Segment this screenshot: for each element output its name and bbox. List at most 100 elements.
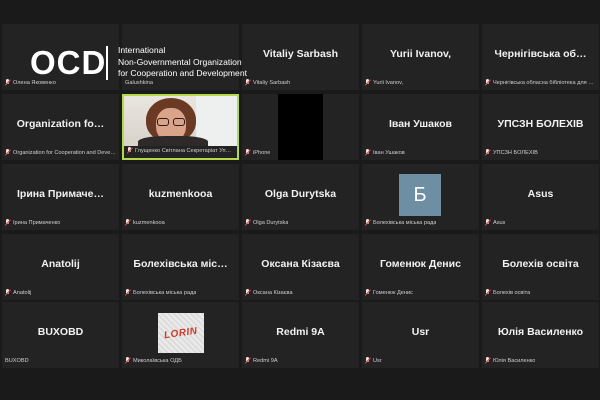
participant-tile-yurii[interactable]: Yurii Ivanov, Yurii Ivanov, xyxy=(362,24,479,90)
participant-name-bar: Юлія Василенко xyxy=(485,356,596,366)
participant-name-bar: Anatolij xyxy=(5,288,116,298)
participant-display-name: Болехівська міс… xyxy=(133,258,228,270)
mic-muted-icon xyxy=(365,357,371,365)
mic-muted-icon xyxy=(485,289,491,297)
participant-name-label: Глущенко Світлана Секретаріат Уповнова… xyxy=(135,148,234,154)
participant-display-name: Organization fo… xyxy=(16,118,105,130)
mic-muted-icon xyxy=(485,149,491,157)
participant-name-bar: Іван Ушаков xyxy=(365,148,476,158)
participant-name-bar: Asus xyxy=(485,218,596,228)
participant-tile-gomenyuk[interactable]: Гоменюк Денис Гоменюк Денис xyxy=(362,234,479,300)
participant-name-label: Yurii Ivanov, xyxy=(373,80,404,86)
participant-display-name: Болехів освіта xyxy=(502,258,579,270)
participant-name-label: Organization for Cooperation and Devel… xyxy=(13,150,116,156)
participant-name-label: Іван Ушаков xyxy=(373,150,405,156)
participant-display-name: Іван Ушаков xyxy=(388,118,453,130)
participant-name-label: Гоменюк Денис xyxy=(373,290,413,296)
participant-tile-ushakov[interactable]: Іван Ушаков Іван Ушаков xyxy=(362,94,479,160)
participant-name-label: BUXOBD xyxy=(5,358,29,364)
participant-name-bar: УПСЗН БОЛЕХІВ xyxy=(485,148,596,158)
participant-display-name: BUXOBD xyxy=(37,326,84,338)
mic-muted-icon xyxy=(245,149,251,157)
participant-tile-redmi[interactable]: Redmi 9A Redmi 9A xyxy=(242,302,359,368)
participant-display-name: Юлія Василенко xyxy=(497,326,584,338)
participant-tile-bolekhiv_osvita[interactable]: Болехів освіта Болехів освіта xyxy=(482,234,599,300)
ocd-logo-text: International Non-Governmental Organizat… xyxy=(118,45,247,80)
participant-display-name: Olga Durytska xyxy=(264,188,337,200)
mic-muted-icon xyxy=(5,79,11,87)
participant-tile-asus[interactable]: Asus Asus xyxy=(482,164,599,230)
participant-name-bar: Гоменюк Денис xyxy=(365,288,476,298)
participant-avatar: Б xyxy=(399,174,441,216)
participant-display-name: Anatolij xyxy=(41,258,80,270)
ocd-logo-line1: International xyxy=(118,45,166,55)
participant-name-bar: BUXOBD xyxy=(5,356,116,366)
participant-name-label: kuzmenkooa xyxy=(133,220,165,226)
participant-name-label: Миколаївська ОДБ xyxy=(133,358,182,364)
participant-tile-bolekhiv_rada2[interactable]: Болехівська міс… Болехівська міська рада xyxy=(122,234,239,300)
participant-name-label: УПСЗН БОЛЕХІВ xyxy=(493,150,538,156)
participant-name-label: Anatolij xyxy=(13,290,32,296)
ocd-logo-letters: OCD xyxy=(30,44,107,81)
mic-muted-icon xyxy=(125,289,131,297)
participant-display-name: Оксана Кізаєва xyxy=(261,258,340,270)
mic-muted-icon xyxy=(5,289,11,297)
participant-tile-chernihiv[interactable]: Чернігівська об… Чернігівська обласна біб… xyxy=(482,24,599,90)
participant-tile-vasylenko[interactable]: Юлія Василенко Юлія Василенко xyxy=(482,302,599,368)
participant-tile-kizaeva[interactable]: Оксана Кізаєва Оксана Кізаєва xyxy=(242,234,359,300)
participant-name-bar: Болехів освіта xyxy=(485,288,596,298)
participant-name-label: Asus xyxy=(493,220,506,226)
participant-tile-kuzmenkooa[interactable]: kuzmenkooa kuzmenkooa xyxy=(122,164,239,230)
participant-display-name: Чернігівська об… xyxy=(494,48,587,60)
participant-tile-usr[interactable]: Usr Usr xyxy=(362,302,479,368)
participant-name-bar: Глущенко Світлана Секретаріат Уповнова… xyxy=(127,146,234,156)
participant-name-bar: Оксана Кізаєва xyxy=(245,288,356,298)
participant-name-bar: Yurii Ivanov, xyxy=(365,78,476,88)
participant-tile-org[interactable]: Organization fo… Organization for Coopera… xyxy=(2,94,119,160)
participant-name-label: iPhone xyxy=(253,150,271,156)
participant-tile-upszn[interactable]: УПСЗН БОЛЕХІВ УПСЗН БОЛЕХІВ xyxy=(482,94,599,160)
mic-muted-icon xyxy=(245,289,251,297)
mic-muted-icon xyxy=(365,289,371,297)
mic-muted-icon xyxy=(365,149,371,157)
participant-name-bar: kuzmenkooa xyxy=(125,218,236,228)
participant-tile-prymachenko[interactable]: Ірина Примаче… Ірина Примаченко xyxy=(2,164,119,230)
participant-name-label: Болехівська міська рада xyxy=(133,290,197,296)
participant-name-label: Юлія Василенко xyxy=(493,358,536,364)
mic-muted-icon xyxy=(5,219,11,227)
mic-muted-icon xyxy=(485,219,491,227)
participant-name-bar: Болехівська міська рада xyxy=(365,218,476,228)
participant-name-label: Оксана Кізаєва xyxy=(253,290,293,296)
participant-name-label: Чернігівська обласна бібліотека для ді… xyxy=(493,80,596,86)
mic-muted-icon xyxy=(127,147,133,155)
participant-display-name: Гоменюк Денис xyxy=(380,258,461,270)
participant-tile-iphone[interactable]: iPhone xyxy=(242,94,359,160)
participant-name-label: Болехівська міська рада xyxy=(373,220,437,226)
participant-tile-durytska[interactable]: Olga Durytska Olga Durytska xyxy=(242,164,359,230)
participant-display-name: Usr xyxy=(411,326,430,338)
participant-name-bar: Usr xyxy=(365,356,476,366)
mic-muted-icon xyxy=(485,357,491,365)
participant-name-label: Ірина Примаченко xyxy=(13,220,61,226)
participant-tile-mykolaiv[interactable]: LORIN Миколаївська ОДБ xyxy=(122,302,239,368)
participant-tile-buxobd[interactable]: BUXOBD BUXOBD xyxy=(2,302,119,368)
mic-muted-icon xyxy=(485,79,491,87)
ocd-logo: OCD International Non-Governmental Organ… xyxy=(30,43,270,83)
ocd-logo-line2: Non-Governmental Organization xyxy=(118,56,242,67)
participant-display-name: Redmi 9A xyxy=(276,326,325,338)
participant-tile-glushchenko[interactable]: Глущенко Світлана Секретаріат Уповнова… xyxy=(122,94,239,160)
participant-name-label: Usr xyxy=(373,358,382,364)
participant-tile-bolekhiv_rada1[interactable]: Б Болехівська міська рада xyxy=(362,164,479,230)
participant-name-label: Olga Durytska xyxy=(253,220,289,226)
mic-muted-icon xyxy=(365,79,371,87)
participant-display-name: Asus xyxy=(527,188,554,200)
participant-name-bar: iPhone xyxy=(245,148,356,158)
participant-display-name: УПСЗН БОЛЕХІВ xyxy=(497,118,584,130)
participant-display-name: kuzmenkooa xyxy=(148,188,213,200)
mic-muted-icon xyxy=(125,219,131,227)
participant-tile-anatolij[interactable]: Anatolij Anatolij xyxy=(2,234,119,300)
ocd-logo-divider xyxy=(106,46,108,80)
participant-name-bar: Миколаївська ОДБ xyxy=(125,356,236,366)
mic-muted-icon xyxy=(5,149,11,157)
participant-display-name: Yurii Ivanov, xyxy=(389,48,452,60)
